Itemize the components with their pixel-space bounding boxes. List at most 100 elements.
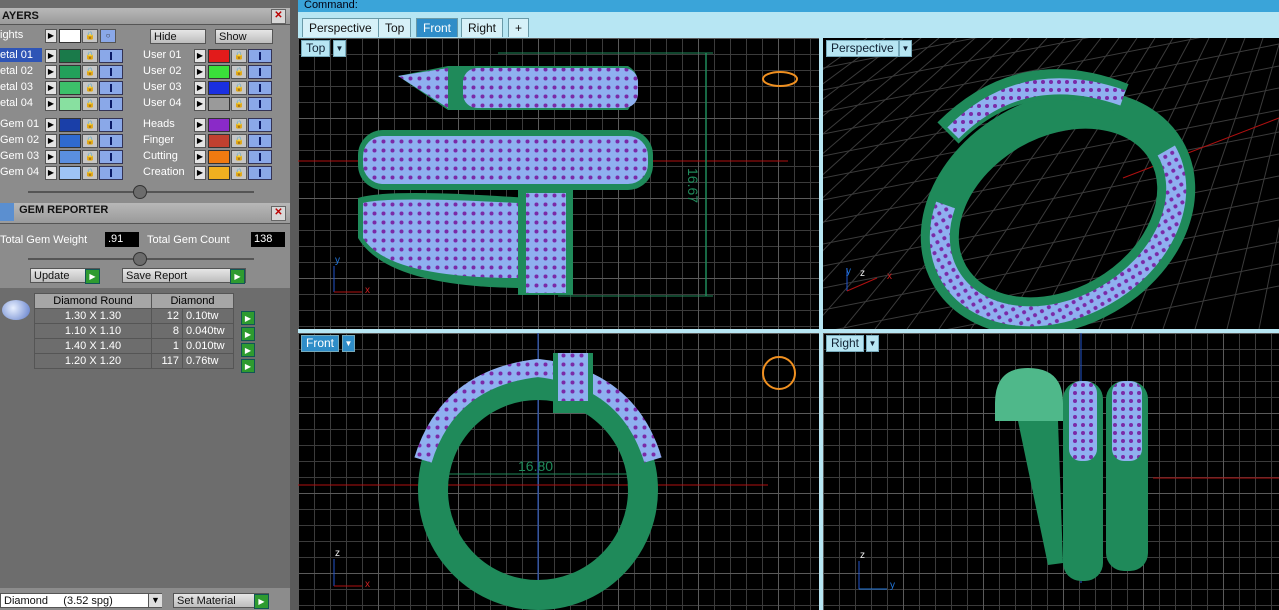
viewport-label-right[interactable]: Right — [826, 335, 865, 352]
layer-label[interactable]: Heads — [143, 117, 175, 131]
play-icon[interactable]: ▶ — [85, 269, 100, 284]
lights-arrow-icon[interactable]: ▶ — [45, 29, 57, 43]
layer-arrow-icon[interactable]: ▶ — [194, 134, 206, 148]
layer-arrow-icon[interactable]: ▶ — [45, 166, 57, 180]
play-icon[interactable]: ▶ — [254, 594, 269, 609]
lock-icon[interactable]: 🔒 — [82, 97, 98, 111]
lock-icon[interactable]: 🔒 — [82, 166, 98, 180]
layer-visibility-toggle[interactable] — [248, 65, 272, 79]
lock-icon[interactable]: 🔒 — [82, 29, 98, 43]
layer-label[interactable]: Creation — [143, 165, 185, 179]
chevron-down-icon[interactable]: ▼ — [342, 335, 355, 352]
layer-arrow-icon[interactable]: ▶ — [194, 65, 206, 79]
layer-arrow-icon[interactable]: ▶ — [45, 134, 57, 148]
table-row[interactable]: 1.40 X 1.40 1 0.010tw — [34, 338, 234, 354]
layer-color-swatch[interactable] — [59, 65, 81, 79]
layer-color-swatch[interactable] — [208, 134, 230, 148]
layer-color-swatch[interactable] — [59, 150, 81, 164]
chevron-down-icon[interactable]: ▼ — [899, 40, 912, 57]
viewport-label-perspective[interactable]: Perspective — [826, 40, 899, 57]
lock-icon[interactable]: 🔒 — [82, 134, 98, 148]
lock-icon[interactable]: 🔒 — [231, 166, 247, 180]
close-icon[interactable]: ✕ — [271, 9, 286, 24]
layer-color-swatch[interactable] — [59, 166, 81, 180]
show-all-button[interactable]: Show — [215, 29, 273, 44]
tab-right[interactable]: Right — [461, 18, 504, 37]
layer-label[interactable]: User 03 — [143, 80, 182, 94]
layer-label[interactable]: User 01 — [143, 48, 182, 62]
lock-icon[interactable]: 🔒 — [82, 150, 98, 164]
lock-icon[interactable]: 🔒 — [231, 97, 247, 111]
layer-label[interactable]: User 04 — [143, 96, 182, 110]
layer-arrow-icon[interactable]: ▶ — [194, 97, 206, 111]
command-bar[interactable]: Command: — [298, 0, 1279, 12]
lock-icon[interactable]: 🔒 — [82, 65, 98, 79]
layer-label[interactable]: Gem 01 — [0, 117, 42, 131]
layer-label[interactable]: Finger — [143, 133, 174, 147]
close-icon[interactable]: ✕ — [271, 206, 286, 221]
hide-all-button[interactable]: Hide — [150, 29, 206, 44]
layer-arrow-icon[interactable]: ▶ — [45, 49, 57, 63]
layer-label[interactable]: etal 03 — [0, 80, 42, 94]
layer-label[interactable]: etal 04 — [0, 96, 42, 110]
lock-icon[interactable]: 🔒 — [231, 49, 247, 63]
lock-icon[interactable]: 🔒 — [82, 81, 98, 95]
chevron-down-icon[interactable]: ▼ — [866, 335, 879, 352]
layer-color-swatch[interactable] — [208, 65, 230, 79]
layer-visibility-toggle[interactable] — [248, 97, 272, 111]
viewport-label-top[interactable]: Top — [301, 40, 331, 57]
layer-visibility-toggle[interactable] — [99, 118, 123, 132]
layer-arrow-icon[interactable]: ▶ — [45, 118, 57, 132]
layer-visibility-toggle[interactable] — [99, 150, 123, 164]
play-icon[interactable]: ▶ — [241, 343, 255, 357]
chevron-down-icon[interactable]: ▼ — [148, 594, 162, 607]
layer-label[interactable]: Cutting — [143, 149, 178, 163]
layer-arrow-icon[interactable]: ▶ — [45, 65, 57, 79]
save-report-button[interactable]: Save Report — [122, 268, 246, 283]
material-select[interactable]: Diamond (3.52 spg) — [0, 593, 162, 608]
layer-color-swatch[interactable] — [59, 118, 81, 132]
lock-icon[interactable]: 🔒 — [231, 81, 247, 95]
play-icon[interactable]: ▶ — [230, 269, 245, 284]
layer-color-swatch[interactable] — [208, 97, 230, 111]
play-icon[interactable]: ▶ — [241, 359, 255, 373]
layer-label[interactable]: etal 02 — [0, 64, 42, 78]
layer-arrow-icon[interactable]: ▶ — [194, 118, 206, 132]
layer-color-swatch[interactable] — [208, 166, 230, 180]
layer-arrow-icon[interactable]: ▶ — [45, 81, 57, 95]
layer-label[interactable]: Gem 03 — [0, 149, 42, 163]
layer-arrow-icon[interactable]: ▶ — [194, 166, 206, 180]
lock-icon[interactable]: 🔒 — [231, 134, 247, 148]
layer-arrow-icon[interactable]: ▶ — [194, 49, 206, 63]
collapse-icon[interactable] — [133, 252, 147, 266]
play-icon[interactable]: ▶ — [241, 311, 255, 325]
tab-add[interactable]: + — [508, 18, 530, 37]
layer-visibility-toggle[interactable] — [248, 81, 272, 95]
layer-visibility-toggle[interactable] — [99, 81, 123, 95]
layer-label[interactable]: Gem 04 — [0, 165, 42, 179]
panel-divider[interactable] — [290, 0, 298, 610]
viewport-front[interactable]: 16.80 z x Front ▼ — [298, 333, 819, 610]
layer-color-swatch[interactable] — [208, 81, 230, 95]
viewport-top[interactable]: y x 16.67 Top ▼ — [298, 38, 819, 329]
layer-arrow-icon[interactable]: ▶ — [45, 97, 57, 111]
layer-arrow-icon[interactable]: ▶ — [45, 150, 57, 164]
layer-visibility-toggle[interactable] — [99, 134, 123, 148]
tab-front[interactable]: Front — [416, 18, 459, 37]
lock-icon[interactable]: 🔒 — [82, 49, 98, 63]
lock-icon[interactable]: 🔒 — [231, 65, 247, 79]
lock-icon[interactable]: 🔒 — [82, 118, 98, 132]
lock-icon[interactable]: 🔒 — [231, 118, 247, 132]
viewport-perspective[interactable]: y z x Perspective ▼ — [823, 38, 1279, 329]
layer-label[interactable]: etal 01 — [0, 48, 42, 62]
layer-arrow-icon[interactable]: ▶ — [194, 81, 206, 95]
chevron-down-icon[interactable]: ▼ — [333, 40, 346, 57]
collapse-icon[interactable] — [133, 185, 147, 199]
layer-visibility-toggle[interactable] — [99, 49, 123, 63]
layer-arrow-icon[interactable]: ▶ — [194, 150, 206, 164]
layer-visibility-toggle[interactable] — [248, 118, 272, 132]
layer-visibility-toggle[interactable] — [99, 166, 123, 180]
tab-top[interactable]: Top — [378, 18, 412, 37]
layer-visibility-toggle[interactable] — [248, 150, 272, 164]
viewport-label-front[interactable]: Front — [301, 335, 340, 352]
